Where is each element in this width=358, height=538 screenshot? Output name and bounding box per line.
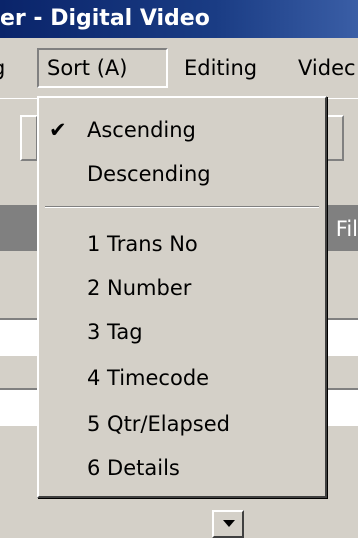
menu-separator — [45, 206, 319, 208]
menu-item-partial[interactable]: g — [0, 48, 5, 88]
menu-item-label: 5 Qtr/Elapsed — [87, 412, 231, 436]
menu-item-number[interactable]: 2 Number — [39, 268, 325, 308]
menu-item-label: Descending — [87, 162, 211, 186]
menu-item-descending[interactable]: Descending — [39, 154, 325, 194]
menu-video[interactable]: Videc — [298, 48, 356, 88]
toolbar-button[interactable] — [326, 115, 344, 161]
menu-sort[interactable]: Sort (A) — [37, 48, 168, 88]
checkmark-icon: ✔ — [49, 118, 67, 142]
column-header-fragment: Fil — [335, 217, 358, 241]
menu-item-details[interactable]: 6 Details — [39, 448, 325, 488]
window-title: er - Digital Video — [0, 6, 210, 31]
menu-editing[interactable]: Editing — [184, 48, 257, 88]
menu-item-trans-no[interactable]: 1 Trans No — [39, 224, 325, 264]
menu-item-label: Ascending — [87, 118, 196, 142]
window-titlebar: er - Digital Video — [0, 0, 358, 38]
menu-item-qtr-elapsed[interactable]: 5 Qtr/Elapsed — [39, 404, 325, 444]
toolbar-button[interactable] — [20, 115, 38, 161]
menu-item-tag[interactable]: 3 Tag — [39, 312, 325, 352]
sort-menu-dropdown: ✔ Ascending Descending 1 Trans No 2 Numb… — [37, 96, 327, 498]
menu-item-timecode[interactable]: 4 Timecode — [39, 358, 325, 398]
menu-item-label: 2 Number — [87, 276, 192, 300]
chevron-down-icon — [223, 520, 235, 527]
menu-item-ascending[interactable]: ✔ Ascending — [39, 110, 325, 150]
menu-item-label: 1 Trans No — [87, 232, 198, 256]
menu-item-label: 6 Details — [87, 456, 180, 480]
menubar: g Sort (A) Editing Videc — [0, 40, 358, 96]
dropdown-button[interactable] — [212, 510, 244, 538]
menu-item-label: 3 Tag — [87, 320, 143, 344]
menu-item-label: 4 Timecode — [87, 366, 210, 390]
